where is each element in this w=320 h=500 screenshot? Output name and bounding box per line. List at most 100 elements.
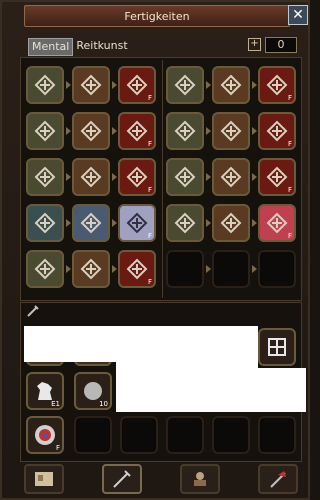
brown-pinwheel-icon	[80, 74, 102, 96]
progression-arrow	[206, 173, 211, 181]
progression-arrow	[206, 127, 211, 135]
pink-swastika-icon	[266, 212, 288, 234]
target-skill-slot[interactable]: F	[26, 416, 64, 454]
bottom-tab-guild[interactable]	[258, 464, 298, 494]
progression-arrow	[252, 127, 257, 135]
empty-slot[interactable]	[258, 416, 296, 454]
brown-boot-icon	[80, 120, 102, 142]
brown-swastika-skill[interactable]	[212, 204, 250, 242]
brown-sword-skill[interactable]	[212, 66, 250, 104]
empty-slot[interactable]	[74, 416, 112, 454]
progression-arrow	[252, 173, 257, 181]
green-sword-skill[interactable]	[166, 66, 204, 104]
progression-arrow	[66, 81, 71, 89]
red-sword-skill[interactable]: F	[258, 66, 296, 104]
bottom-tab-horse[interactable]	[180, 464, 220, 494]
red-pinwheel-skill[interactable]: F	[118, 66, 156, 104]
horse-head-skill-slot[interactable]: 10	[74, 372, 112, 410]
green-spiked-icon	[34, 258, 56, 280]
flag-letter: F	[147, 140, 152, 148]
progression-arrow	[66, 127, 71, 135]
green-pinwheel-skill[interactable]	[26, 66, 64, 104]
sword-slot-icon	[27, 305, 39, 317]
blue-knot-icon	[80, 212, 102, 234]
green-sword-icon	[174, 74, 196, 96]
green-pillar-skill[interactable]	[26, 158, 64, 196]
red-boot-icon	[126, 120, 148, 142]
red-pillar-skill[interactable]: F	[118, 158, 156, 196]
empty-slot[interactable]	[166, 250, 204, 288]
progression-arrow	[252, 81, 257, 89]
progression-arrow	[206, 265, 211, 273]
empty-slot[interactable]	[166, 416, 204, 454]
red-pinwheel-icon	[126, 74, 148, 96]
green-swastika-skill[interactable]	[166, 204, 204, 242]
green-pillar-icon	[34, 166, 56, 188]
green-beetle-skill[interactable]	[166, 158, 204, 196]
flag-letter: F	[287, 140, 292, 148]
skill-tabs: Mental Reitkunst	[28, 38, 131, 56]
pink-swastika-skill[interactable]: F	[258, 204, 296, 242]
tab-reitkunst[interactable]: Reitkunst	[73, 38, 130, 54]
brown-flower-skill[interactable]	[212, 112, 250, 150]
red-sword-icon	[266, 74, 288, 96]
brown-boot-skill[interactable]	[72, 112, 110, 150]
brown-beetle-icon	[220, 166, 242, 188]
teal-knot-icon	[34, 212, 56, 234]
target-icon	[35, 425, 55, 445]
brown-beetle-skill[interactable]	[212, 158, 250, 196]
sword-tab-icon	[113, 470, 131, 488]
progression-arrow	[66, 219, 71, 227]
progression-arrow	[112, 219, 117, 227]
empty-slot[interactable]	[120, 416, 158, 454]
empty-slot[interactable]	[212, 416, 250, 454]
flag-letter: F	[287, 186, 292, 194]
knot-skill-slot[interactable]	[258, 328, 296, 366]
empty-slot[interactable]	[258, 250, 296, 288]
red-beetle-skill[interactable]: F	[258, 158, 296, 196]
skills-window: Fertigkeiten ✕ Mental Reitkunst + 0 F F F F…	[0, 0, 310, 500]
brown-spiked-skill[interactable]	[72, 250, 110, 288]
add-points-button[interactable]: +	[248, 38, 261, 51]
lilac-knot-icon	[126, 212, 148, 234]
red-boot-skill[interactable]: F	[118, 112, 156, 150]
red-flower-skill[interactable]: F	[258, 112, 296, 150]
progression-arrow	[252, 219, 257, 227]
blue-knot-skill[interactable]	[72, 204, 110, 242]
bottom-tab-skills[interactable]	[102, 464, 142, 494]
progression-arrow	[66, 265, 71, 273]
brown-pillar-skill[interactable]	[72, 158, 110, 196]
green-flower-icon	[174, 120, 196, 142]
close-button[interactable]: ✕	[288, 5, 308, 25]
flag-tab-icon	[270, 471, 286, 488]
redacted-region	[116, 368, 306, 412]
skill-points-value: 0	[265, 37, 297, 53]
bottom-tab-character[interactable]	[24, 464, 64, 494]
green-swastika-icon	[174, 212, 196, 234]
progression-arrow	[112, 265, 117, 273]
red-beetle-icon	[266, 166, 288, 188]
tab-mental[interactable]: Mental	[28, 38, 74, 56]
flag-letter: F	[147, 186, 152, 194]
title-bar[interactable]: Fertigkeiten	[24, 5, 290, 27]
red-spiked-skill[interactable]: F	[118, 250, 156, 288]
red-pillar-icon	[126, 166, 148, 188]
lilac-knot-skill[interactable]: F	[118, 204, 156, 242]
progression-arrow	[66, 173, 71, 181]
green-pinwheel-icon	[34, 74, 56, 96]
green-flower-skill[interactable]	[166, 112, 204, 150]
teal-knot-skill[interactable]	[26, 204, 64, 242]
character-card-icon	[35, 472, 53, 486]
brown-pinwheel-skill[interactable]	[72, 66, 110, 104]
horse-skill-slot[interactable]: E1	[26, 372, 64, 410]
empty-slot[interactable]	[212, 250, 250, 288]
flag-letter: F	[147, 278, 152, 286]
green-spiked-skill[interactable]	[26, 250, 64, 288]
brown-sword-icon	[220, 74, 242, 96]
red-spiked-icon	[126, 258, 148, 280]
window-title: Fertigkeiten	[124, 9, 190, 23]
panel-divider	[162, 60, 163, 298]
flag-letter: F	[147, 232, 152, 240]
green-boot-skill[interactable]	[26, 112, 64, 150]
progression-arrow	[112, 173, 117, 181]
